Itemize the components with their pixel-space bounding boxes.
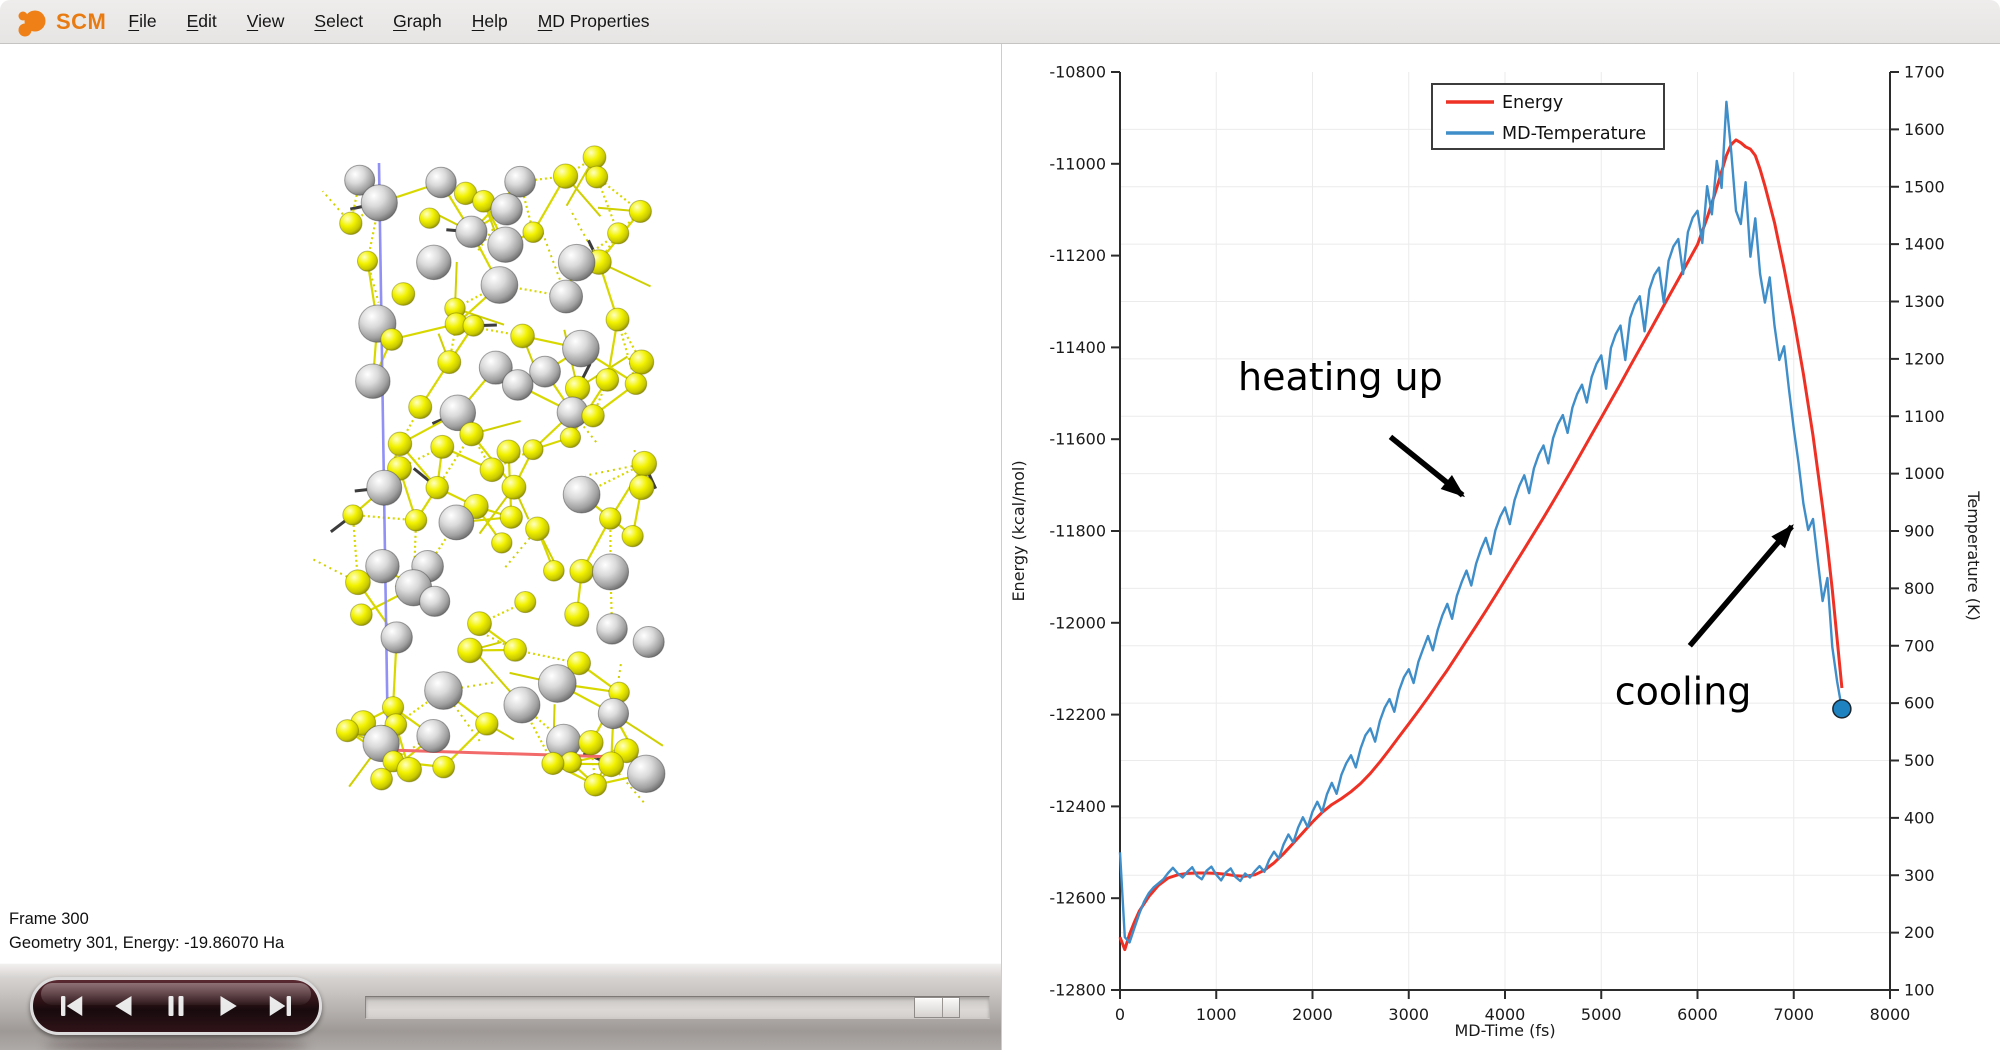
svg-text:3000: 3000 <box>1388 1005 1429 1024</box>
menu-item-file[interactable]: File <box>128 11 156 32</box>
legend-label-energy: Energy <box>1502 93 1563 113</box>
svg-text:300: 300 <box>1904 866 1935 885</box>
chart-annotations: heating up cooling <box>1238 355 1792 713</box>
svg-text:Energy (kcal/mol): Energy (kcal/mol) <box>1009 460 1028 601</box>
svg-text:-12000: -12000 <box>1049 613 1106 632</box>
menu-item-md-properties[interactable]: MD Properties <box>538 11 650 32</box>
svg-text:5000: 5000 <box>1581 1005 1622 1024</box>
svg-text:200: 200 <box>1904 923 1935 942</box>
chart-axis-titles: Energy (kcal/mol) Temperature (K) MD-Time … <box>1009 460 1983 1040</box>
pause-button[interactable] <box>159 989 193 1023</box>
molecule-atoms <box>336 146 665 796</box>
svg-text:100: 100 <box>1904 981 1935 1000</box>
app-window: SCM File Edit View Select Graph Help MD Proper… <box>0 0 2000 1050</box>
svg-text:7000: 7000 <box>1773 1005 1814 1024</box>
step-back-icon <box>109 991 139 1021</box>
step-back-button[interactable] <box>107 989 141 1023</box>
skip-to-start-button[interactable] <box>54 989 88 1023</box>
svg-text:800: 800 <box>1904 579 1935 598</box>
frame-info: Frame 300 Geometry 301, Energy: -19.8607… <box>9 908 284 955</box>
menu-item-graph[interactable]: Graph <box>393 11 442 32</box>
series-energy <box>1120 140 1842 950</box>
svg-text:900: 900 <box>1904 522 1935 541</box>
svg-text:6000: 6000 <box>1677 1005 1718 1024</box>
play-button[interactable] <box>211 989 245 1023</box>
svg-text:-11800: -11800 <box>1049 522 1106 541</box>
menu-item-view[interactable]: View <box>247 11 285 32</box>
svg-text:-12800: -12800 <box>1049 981 1106 1000</box>
annotation-arrow-1 <box>1390 437 1462 495</box>
svg-text:2000: 2000 <box>1292 1005 1333 1024</box>
svg-text:-11000: -11000 <box>1049 154 1106 173</box>
svg-text:600: 600 <box>1904 694 1935 713</box>
svg-text:-12600: -12600 <box>1049 889 1106 908</box>
svg-text:-12400: -12400 <box>1049 797 1106 816</box>
chart-panel: -10800 -11000 -11200 -11400 -11600 -11800 -120… <box>1002 44 2000 1050</box>
player-controls <box>30 977 322 1035</box>
svg-text:-11400: -11400 <box>1049 338 1106 357</box>
skip-to-start-icon <box>56 991 86 1021</box>
scm-logo-text: SCM <box>56 9 106 35</box>
skip-to-end-icon <box>266 991 296 1021</box>
svg-text:1400: 1400 <box>1904 235 1945 254</box>
menu-items: File Edit View Select Graph Help MD Properties <box>128 11 649 32</box>
molecule-viewport[interactable]: Frame 300 Geometry 301, Energy: -19.8607… <box>0 45 1001 963</box>
series-md-temperature <box>1120 102 1842 943</box>
svg-text:1000: 1000 <box>1904 464 1945 483</box>
svg-text:-11600: -11600 <box>1049 430 1106 449</box>
geometry-energy-label: Geometry 301, Energy: -19.86070 Ha <box>9 932 284 956</box>
scm-logo-icon <box>16 6 54 38</box>
svg-text:8000: 8000 <box>1870 1005 1911 1024</box>
svg-text:1000: 1000 <box>1196 1005 1237 1024</box>
svg-text:1200: 1200 <box>1904 349 1945 368</box>
svg-text:Temperature (K): Temperature (K) <box>1964 490 1983 620</box>
annotation-arrow-2 <box>1690 526 1792 645</box>
svg-text:1300: 1300 <box>1904 292 1945 311</box>
svg-text:-12200: -12200 <box>1049 705 1106 724</box>
frame-slider-handle[interactable] <box>914 997 960 1018</box>
legend-label-md-temperature: MD-Temperature <box>1502 124 1646 144</box>
chart-grid <box>1120 72 1890 990</box>
frame-label: Frame 300 <box>9 908 284 932</box>
frame-slider[interactable] <box>365 996 990 1019</box>
svg-text:1600: 1600 <box>1904 120 1945 139</box>
player-bar <box>0 963 1001 1050</box>
annotation-heating-up: heating up <box>1238 355 1443 399</box>
svg-text:700: 700 <box>1904 636 1935 655</box>
energy-temperature-chart: -10800 -11000 -11200 -11400 -11600 -11800 -120… <box>1002 44 2000 1050</box>
menu-item-edit[interactable]: Edit <box>187 11 217 32</box>
chart-legend: Energy MD-Temperature <box>1432 84 1664 149</box>
svg-text:1700: 1700 <box>1904 63 1945 82</box>
play-icon <box>213 991 243 1021</box>
scm-logo: SCM <box>16 6 106 38</box>
svg-text:1100: 1100 <box>1904 407 1945 426</box>
menu-item-select[interactable]: Select <box>314 11 363 32</box>
molecule-render <box>0 45 1001 964</box>
svg-text:500: 500 <box>1904 751 1935 770</box>
svg-text:400: 400 <box>1904 808 1935 827</box>
svg-text:1500: 1500 <box>1904 177 1945 196</box>
player-pill-reflection <box>44 1038 308 1050</box>
series-end-marker <box>1833 700 1851 718</box>
skip-to-end-button[interactable] <box>264 989 298 1023</box>
menu-bar: SCM File Edit View Select Graph Help MD Proper… <box>0 0 2000 44</box>
svg-text:0: 0 <box>1115 1005 1125 1024</box>
menu-item-help[interactable]: Help <box>472 11 508 32</box>
chart-tick-labels: -10800 -11000 -11200 -11400 -11600 -11800 -120… <box>1049 63 1944 1025</box>
pause-icon <box>161 991 191 1021</box>
svg-text:MD-Time (fs): MD-Time (fs) <box>1454 1021 1555 1040</box>
svg-text:-11200: -11200 <box>1049 246 1106 265</box>
annotation-cooling: cooling <box>1615 670 1752 714</box>
svg-text:-10800: -10800 <box>1049 63 1106 82</box>
